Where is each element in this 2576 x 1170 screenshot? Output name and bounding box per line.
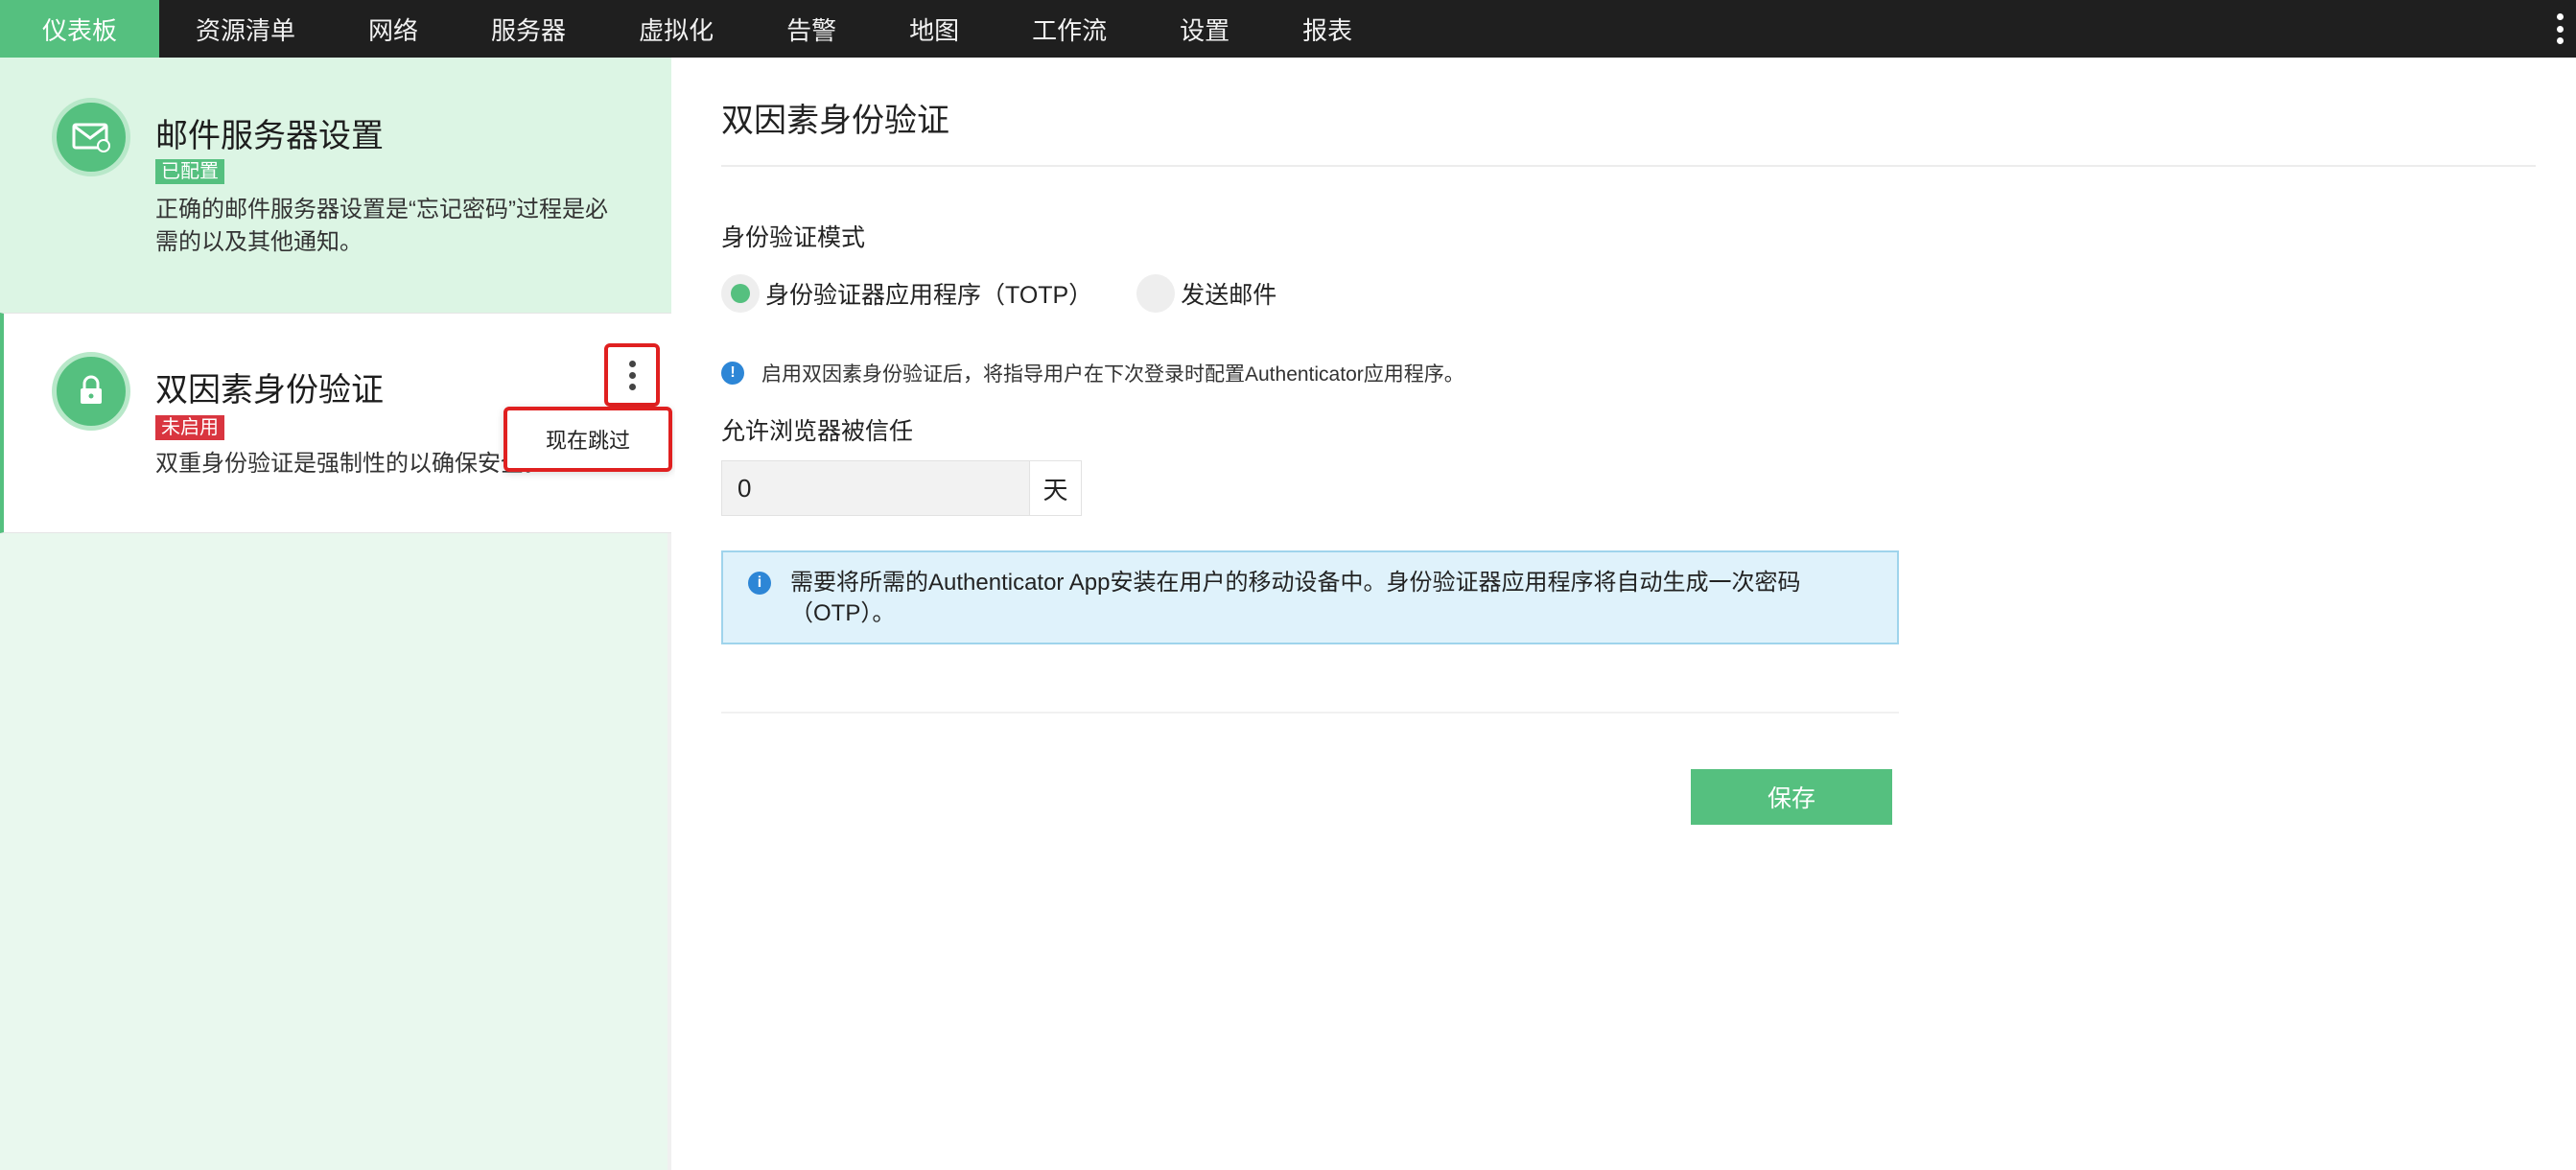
mail-settings-icon [52, 98, 130, 176]
nav-item-virtualization[interactable]: 虚拟化 [602, 0, 750, 58]
nav-item-maps[interactable]: 地图 [873, 0, 995, 58]
nav-item-dashboard[interactable]: 仪表板 [0, 0, 160, 58]
info-box: i 需要将所需的Authenticator App安装在用户的移动设备中。身份验… [721, 550, 1899, 644]
main-content: 双因素身份验证 身份验证模式 身份验证器应用程序（TOTP） 发送邮件 ! 启用… [675, 58, 2576, 1170]
nav-item-network[interactable]: 网络 [332, 0, 455, 58]
nav-item-settings[interactable]: 设置 [1143, 0, 1266, 58]
lock-icon [52, 352, 130, 431]
auth-mode-radio-group: 身份验证器应用程序（TOTP） 发送邮件 [721, 274, 1321, 313]
save-button[interactable]: 保存 [1691, 769, 1892, 825]
title-divider [721, 165, 2536, 167]
radio-option-totp[interactable]: 身份验证器应用程序（TOTP） [721, 274, 1092, 313]
nav-item-alarms[interactable]: 告警 [750, 0, 873, 58]
info-icon: i [748, 572, 771, 595]
hint-message: 启用双因素身份验证后，将指导用户在下次登录时配置Authenticator应用程… [761, 363, 1464, 386]
nav-item-inventory[interactable]: 资源清单 [159, 0, 332, 58]
status-badge: 未启用 [155, 415, 224, 440]
trust-days-input-group: 天 [721, 460, 1082, 516]
radio-label: 发送邮件 [1181, 282, 1277, 309]
more-vertical-icon[interactable] [2553, 13, 2566, 44]
radio-label: 身份验证器应用程序（TOTP） [765, 282, 1093, 309]
card-options-button[interactable] [604, 343, 660, 407]
card-description: 双重身份验证是强制性的以确保安全。 [155, 451, 547, 477]
info-icon: ! [721, 362, 744, 385]
card-title: 双因素身份验证 [155, 372, 384, 409]
status-badge: 已配置 [155, 159, 224, 184]
radio-unselected-icon[interactable] [1136, 274, 1176, 313]
card-title: 邮件服务器设置 [155, 118, 384, 154]
settings-sidebar: 邮件服务器设置 已配置 正确的邮件服务器设置是“忘记密码”过程是必 需的以及其他… [0, 58, 671, 1170]
radio-option-email[interactable]: 发送邮件 [1136, 274, 1276, 313]
nav-item-workflow[interactable]: 工作流 [995, 0, 1143, 58]
trust-days-input[interactable] [721, 460, 1030, 516]
card-description-line2: 需的以及其他通知。 [155, 229, 363, 255]
card-description-line1: 正确的邮件服务器设置是“忘记密码”过程是必 [155, 197, 608, 222]
radio-selected-icon[interactable] [721, 274, 760, 313]
page-title: 双因素身份验证 [721, 103, 949, 139]
top-navigation: 仪表板 资源清单 网络 服务器 虚拟化 告警 地图 工作流 设置 报表 [0, 0, 2576, 58]
hint-text: ! 启用双因素身份验证后，将指导用户在下次登录时配置Authenticator应… [721, 359, 1464, 387]
info-message: 需要将所需的Authenticator App安装在用户的移动设备中。身份验证器… [790, 570, 1801, 626]
card-mail-server[interactable]: 邮件服务器设置 已配置 正确的邮件服务器设置是“忘记密码”过程是必 需的以及其他… [0, 58, 671, 313]
auth-mode-label: 身份验证模式 [721, 224, 866, 251]
skip-now-menu-item[interactable]: 现在跳过 [503, 407, 672, 472]
trust-browser-label: 允许浏览器被信任 [721, 418, 914, 445]
days-unit: 天 [1030, 460, 1082, 516]
nav-item-reports[interactable]: 报表 [1266, 0, 1389, 58]
nav-item-servers[interactable]: 服务器 [455, 0, 602, 58]
form-divider [721, 712, 1899, 714]
